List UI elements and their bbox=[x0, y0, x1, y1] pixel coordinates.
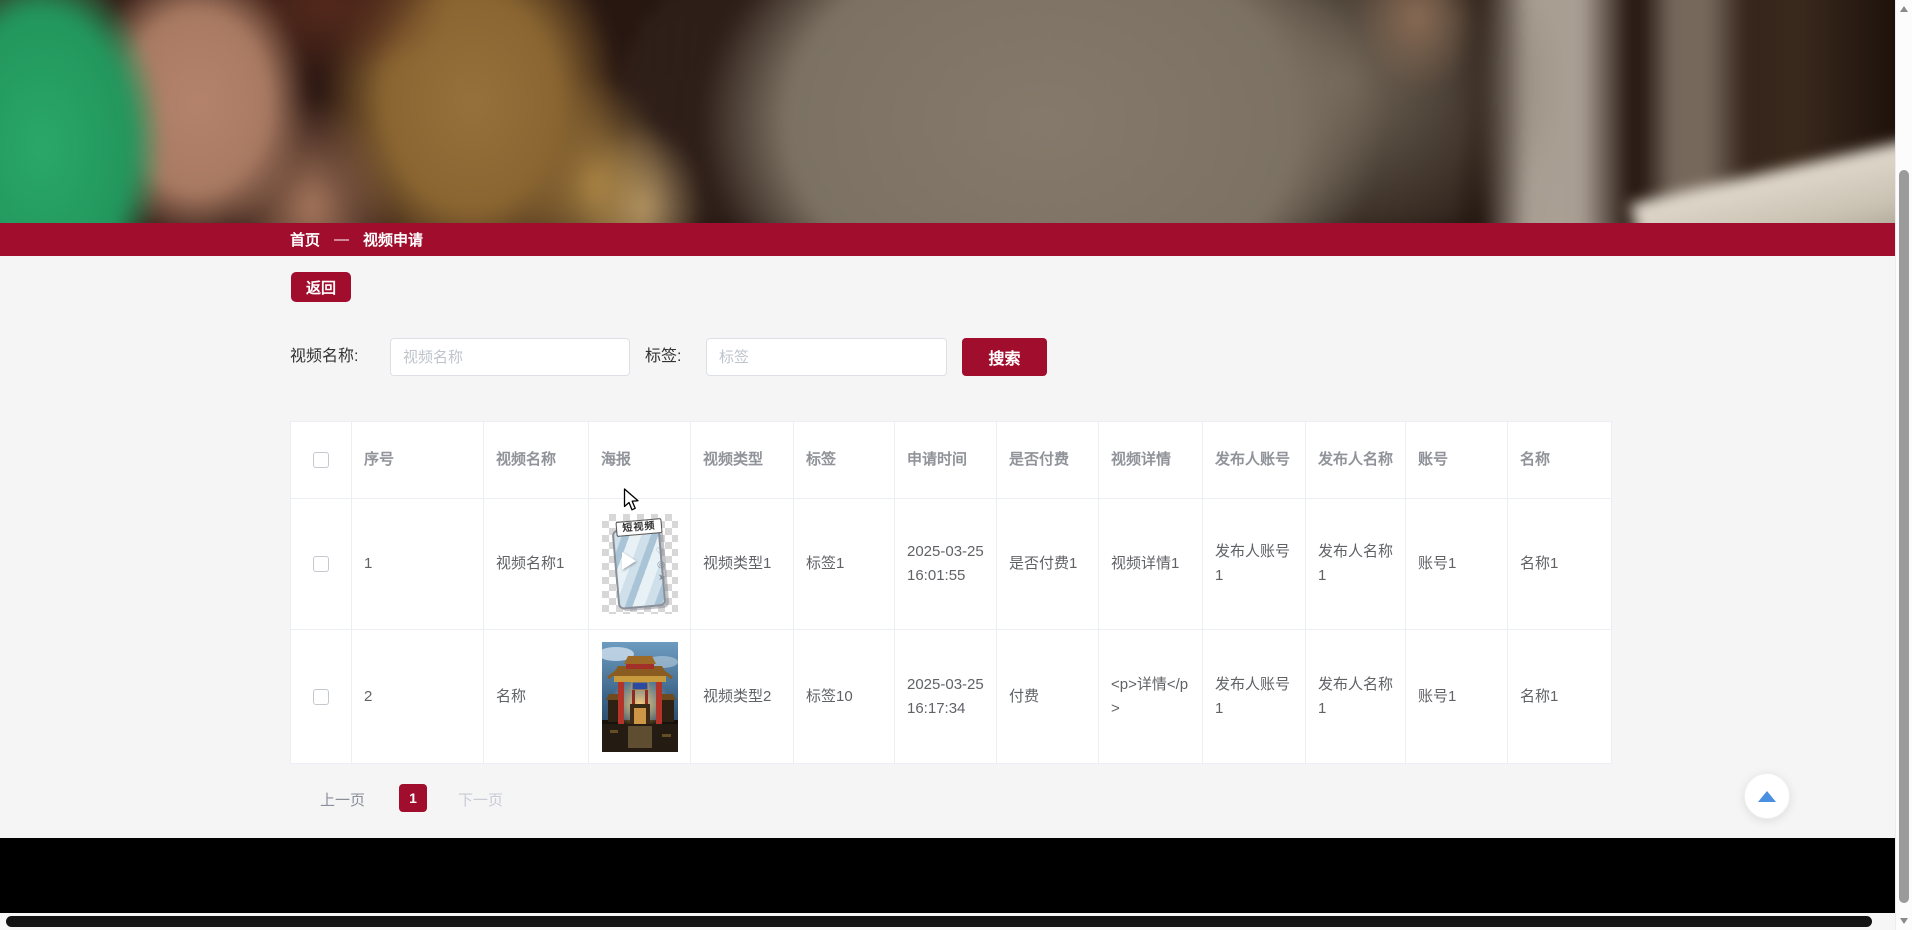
cell-video-name: 名称 bbox=[484, 630, 589, 764]
col-header-account: 账号 bbox=[1406, 422, 1508, 499]
col-header-name: 名称 bbox=[1508, 422, 1612, 499]
cell-video-type: 视频类型2 bbox=[691, 630, 794, 764]
horizontal-scrollbar[interactable] bbox=[0, 913, 1895, 930]
cell-paid: 付费 bbox=[997, 630, 1099, 764]
col-header-tag: 标签 bbox=[794, 422, 895, 499]
cell-publisher-name: 发布人名称1 bbox=[1306, 630, 1406, 764]
cell-account: 账号1 bbox=[1406, 630, 1508, 764]
cell-tag: 标签10 bbox=[794, 630, 895, 764]
video-name-input[interactable] bbox=[390, 338, 630, 376]
col-header-apply-time: 申请时间 bbox=[895, 422, 997, 499]
cell-detail: <p>详情</p> bbox=[1099, 630, 1203, 764]
pagination-prev[interactable]: 上一页 bbox=[320, 789, 365, 810]
vertical-scrollbar[interactable] bbox=[1895, 0, 1912, 930]
cell-index: 2 bbox=[352, 630, 484, 764]
play-icon bbox=[622, 552, 636, 570]
back-button[interactable]: 返回 bbox=[291, 272, 351, 302]
search-button[interactable]: 搜索 bbox=[962, 338, 1047, 376]
poster-image-short-video[interactable]: 短视频 ♡◎➤ bbox=[602, 514, 678, 614]
cell-detail: 视频详情1 bbox=[1099, 499, 1203, 630]
scroll-to-top-button[interactable] bbox=[1744, 773, 1790, 819]
tag-input[interactable] bbox=[706, 338, 947, 376]
breadcrumb: 首页 — 视频申请 bbox=[0, 223, 1895, 256]
scrollbar-arrow-down-icon[interactable] bbox=[1900, 918, 1908, 924]
poster-label: 短视频 bbox=[615, 518, 662, 537]
video-application-page: 首页 — 视频申请 返回 视频名称: 标签: 搜索 序号 视频名称 海报 视频类… bbox=[0, 0, 1912, 930]
video-application-table: 序号 视频名称 海报 视频类型 标签 申请时间 是否付费 视频详情 发布人账号 … bbox=[290, 421, 1612, 764]
video-name-label: 视频名称: bbox=[290, 338, 358, 376]
cell-paid: 是否付费1 bbox=[997, 499, 1099, 630]
cell-index: 1 bbox=[352, 499, 484, 630]
row-checkbox[interactable] bbox=[313, 689, 329, 705]
breadcrumb-separator: — bbox=[334, 231, 349, 248]
col-header-publisher-name: 发布人名称 bbox=[1306, 422, 1406, 499]
col-header-poster: 海报 bbox=[589, 422, 691, 499]
cell-name: 名称1 bbox=[1508, 499, 1612, 630]
cell-publisher-name: 发布人名称1 bbox=[1306, 499, 1406, 630]
horizontal-scrollbar-thumb[interactable] bbox=[6, 916, 1872, 927]
cell-video-type: 视频类型1 bbox=[691, 499, 794, 630]
cell-tag: 标签1 bbox=[794, 499, 895, 630]
cell-publisher-account: 发布人账号1 bbox=[1203, 630, 1306, 764]
cell-apply-time: 2025-03-25 16:01:55 bbox=[895, 499, 997, 630]
hero-photo-blur-layer bbox=[0, 0, 1895, 223]
cell-account: 账号1 bbox=[1406, 499, 1508, 630]
row-checkbox[interactable] bbox=[313, 556, 329, 572]
col-header-paid: 是否付费 bbox=[997, 422, 1099, 499]
scrollbar-arrow-up-icon[interactable] bbox=[1900, 6, 1908, 12]
cell-name: 名称1 bbox=[1508, 630, 1612, 764]
select-all-checkbox[interactable] bbox=[313, 452, 329, 468]
pagination-next[interactable]: 下一页 bbox=[458, 789, 503, 810]
vertical-scrollbar-thumb[interactable] bbox=[1899, 170, 1909, 903]
sweater-texture bbox=[622, 0, 1462, 222]
arrow-up-icon bbox=[1758, 791, 1776, 802]
pagination-page-1[interactable]: 1 bbox=[399, 784, 427, 812]
col-header-index: 序号 bbox=[352, 422, 484, 499]
table-row: 2 名称 bbox=[291, 630, 1612, 764]
table-row: 1 视频名称1 短视频 ♡◎➤ 视频类型1 标签1 2025-03-25 16:… bbox=[291, 499, 1612, 630]
col-header-publisher-account: 发布人账号 bbox=[1203, 422, 1306, 499]
reaction-icons: ♡◎➤ bbox=[656, 546, 667, 583]
breadcrumb-current: 视频申请 bbox=[363, 229, 423, 250]
breadcrumb-home[interactable]: 首页 bbox=[290, 229, 320, 250]
poster-image-temple-gate[interactable] bbox=[602, 642, 678, 752]
cell-video-name: 视频名称1 bbox=[484, 499, 589, 630]
hero-banner-image bbox=[0, 0, 1895, 223]
col-header-video-name: 视频名称 bbox=[484, 422, 589, 499]
tag-label: 标签: bbox=[645, 338, 681, 376]
cell-publisher-account: 发布人账号1 bbox=[1203, 499, 1306, 630]
col-header-video-type: 视频类型 bbox=[691, 422, 794, 499]
mouse-cursor bbox=[623, 488, 640, 513]
cell-apply-time: 2025-03-25 16:17:34 bbox=[895, 630, 997, 764]
col-header-detail: 视频详情 bbox=[1099, 422, 1203, 499]
table-header-row: 序号 视频名称 海报 视频类型 标签 申请时间 是否付费 视频详情 发布人账号 … bbox=[291, 422, 1612, 499]
